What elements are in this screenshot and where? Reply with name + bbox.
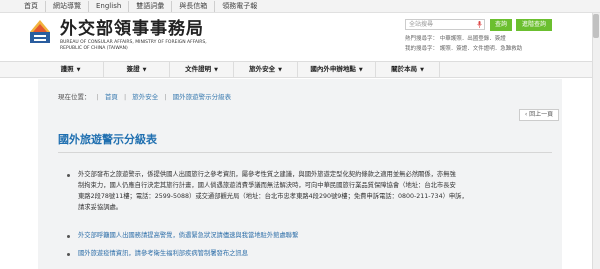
contact-embassy-link[interactable]: 外交部呼籲國人出國務請提高警覺，倘遇緊急狀況請儘速與我當地駐外館處聯繫 <box>78 230 538 241</box>
caret-down-icon: ▼ <box>278 67 282 73</box>
breadcrumb-separator: | <box>164 93 167 101</box>
nav-label: 旅外安全 <box>249 65 276 73</box>
nav-item-passport[interactable]: 護照 ▼ <box>38 62 104 77</box>
nav-item-visa[interactable]: 簽證 ▼ <box>104 62 170 77</box>
top-link-sitemap[interactable]: 網站導覽 <box>45 1 88 12</box>
caret-down-icon: ▼ <box>76 67 81 73</box>
breadcrumb-home[interactable]: 首頁 <box>105 93 118 101</box>
title-divider <box>58 152 552 153</box>
back-button-label: 回上一頁 <box>529 111 554 118</box>
breadcrumb-current[interactable]: 國外旅遊警示分級表 <box>173 93 232 101</box>
caret-down-icon: ▼ <box>420 67 424 73</box>
nav-item-about[interactable]: 關於本局 ▼ <box>376 62 440 77</box>
bureau-logo-icon[interactable] <box>29 18 51 44</box>
breadcrumb: 現在位置： | 首頁 | 旅外安全 | 國外旅遊警示分級表 <box>58 93 231 101</box>
top-link-glossary[interactable]: 雙語詞彙 <box>128 1 171 12</box>
caret-down-icon: ▼ <box>358 67 363 73</box>
bullet-icon <box>67 235 70 238</box>
scrollbar-thumb[interactable] <box>593 14 599 38</box>
breadcrumb-travel-safety[interactable]: 旅外安全 <box>132 93 158 101</box>
notice-line: 東路2段78號11樓；電話：2599-5088）或交通部觀光局（地址：台北市忠孝… <box>78 193 468 200</box>
caret-down-icon: ▼ <box>142 67 147 73</box>
breadcrumb-separator: | <box>123 93 127 101</box>
my-keywords[interactable]: 我的搜尋字： 護照．簽證．文件證明．急難救助 <box>405 46 522 53</box>
notice-line: 制拘束力，國人仍應自行決定其旅行計畫，國人倘遇旅遊消費爭議而無法解決時，可向中華… <box>78 182 456 189</box>
nav-label: 文件證明 <box>185 65 212 73</box>
page-title: 國外旅遊警示分級表 <box>58 133 157 146</box>
nav-label: 簽證 <box>126 65 140 73</box>
microphone-icon[interactable] <box>477 21 482 28</box>
notice-line: 請求妥協調處。 <box>78 204 123 211</box>
advanced-search-button[interactable]: 進階查詢 <box>516 19 552 31</box>
hot-keywords[interactable]: 熱門搜尋字： 中華護照．出國登錄．簽證 <box>405 36 506 43</box>
nav-item-documents[interactable]: 文件證明 ▼ <box>170 62 234 77</box>
top-link-mailbox[interactable]: 與長信箱 <box>171 1 214 12</box>
epidemic-info-link[interactable]: 國外旅遊疫情資訊，請參考衛生福利部疾病管制署發布之訊息 <box>78 248 538 259</box>
top-link-english[interactable]: English <box>88 1 128 12</box>
nav-item-travel-safety[interactable]: 旅外安全 ▼ <box>234 62 298 77</box>
top-utility-bar: 首頁 網站導覽 English 雙語詞彙 與長信箱 領務電子報 <box>0 0 600 13</box>
nav-label: 關於本局 <box>391 65 418 73</box>
breadcrumb-separator: | <box>96 93 99 101</box>
notice-paragraph: 外交部發布之旅遊警示，係提供國人出國旅行之參考資訊，屬參考性質之建議，與國外旅遊… <box>78 169 538 213</box>
search-input[interactable]: 全站搜尋 <box>405 19 485 30</box>
vertical-scrollbar[interactable] <box>592 13 600 269</box>
site-title[interactable]: 外交部領事事務局 <box>60 20 204 38</box>
search-button[interactable]: 查詢 <box>490 19 512 31</box>
back-button[interactable]: ‹ 回上一頁 <box>519 109 559 121</box>
nav-label: 護照 <box>60 65 74 73</box>
top-link-newsletter[interactable]: 領務電子報 <box>214 1 264 12</box>
top-link-home[interactable]: 首頁 <box>24 1 45 12</box>
site-subtitle: BUREAU OF CONSULAR AFFAIRS, MINISTRY OF … <box>60 40 207 51</box>
bullet-icon <box>67 174 70 177</box>
main-nav: 護照 ▼ 簽證 ▼ 文件證明 ▼ 旅外安全 ▼ 國內外申辦地點 ▼ 關於本局 ▼ <box>0 61 600 78</box>
nav-item-locations[interactable]: 國內外申辦地點 ▼ <box>298 62 376 77</box>
caret-down-icon: ▼ <box>214 67 218 73</box>
top-links: 首頁 網站導覽 English 雙語詞彙 與長信箱 領務電子報 <box>24 1 264 12</box>
breadcrumb-label: 現在位置： <box>58 93 91 101</box>
notice-line: 外交部發布之旅遊警示，係提供國人出國旅行之參考資訊，屬參考性質之建議，與國外旅遊… <box>78 171 456 178</box>
nav-label: 國內外申辦地點 <box>310 65 356 73</box>
bullet-icon <box>67 253 70 256</box>
